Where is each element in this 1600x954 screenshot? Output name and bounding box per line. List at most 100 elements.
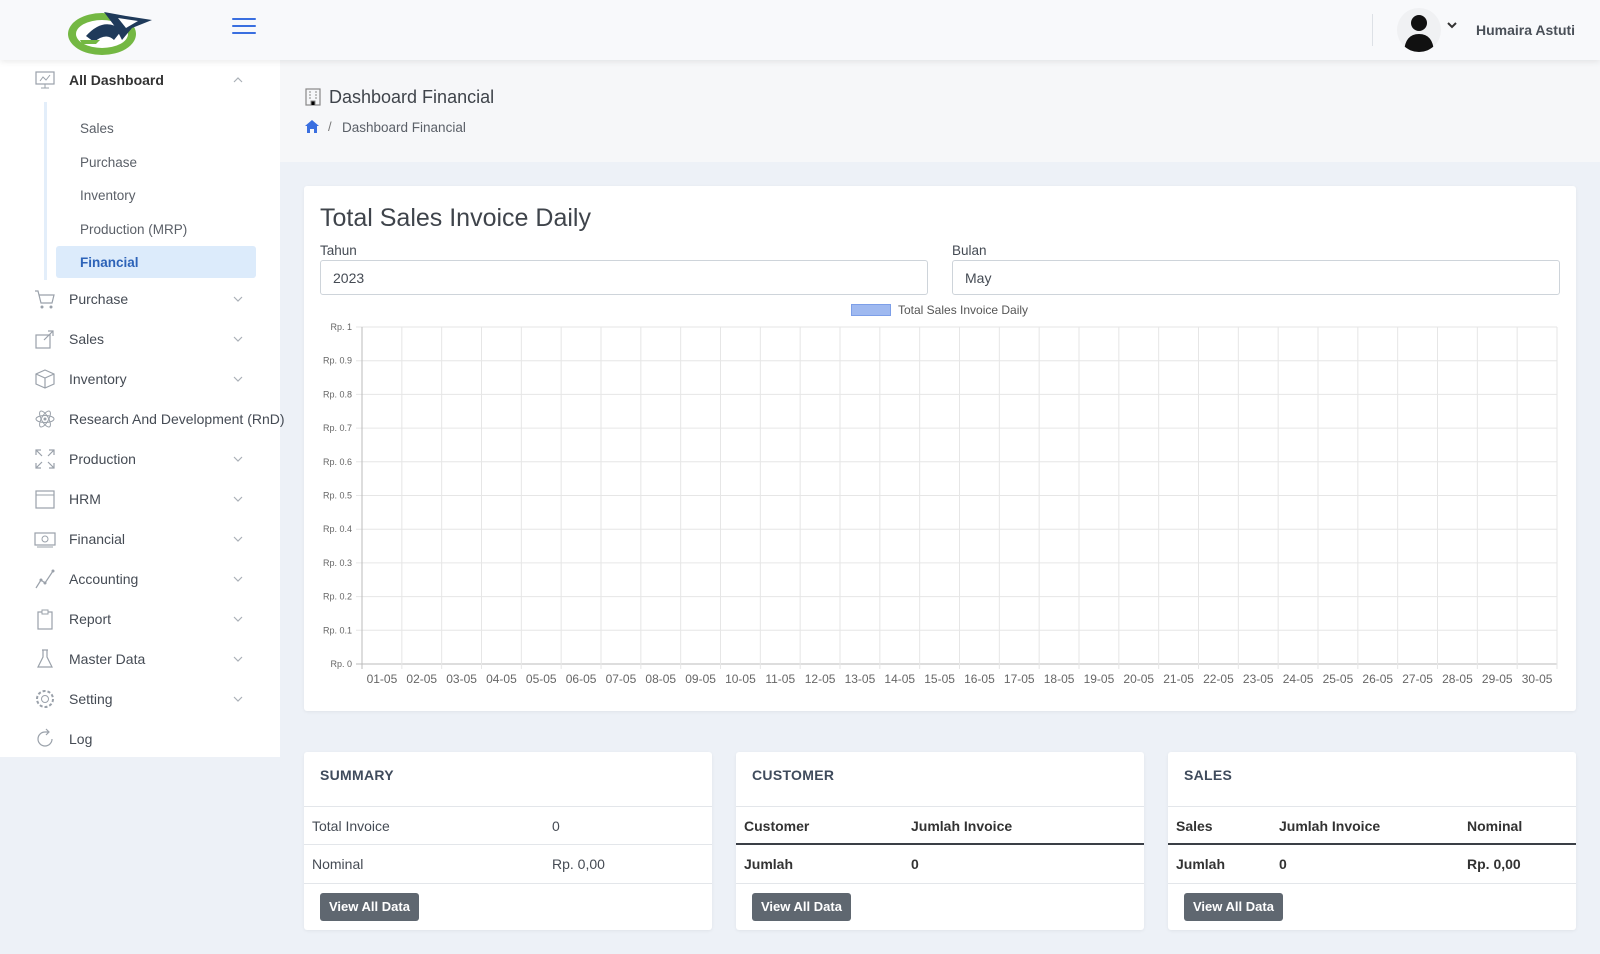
x-tick-label: 06-05 — [566, 672, 597, 686]
x-tick-label: 15-05 — [924, 672, 955, 686]
header-divider — [1168, 843, 1576, 845]
table-header: Jumlah Invoice — [911, 818, 1013, 834]
company-logo[interactable] — [66, 6, 154, 56]
chevron-down-icon — [233, 296, 243, 302]
x-tick-label: 10-05 — [725, 672, 756, 686]
x-tick-label: 24-05 — [1283, 672, 1314, 686]
calendar-icon — [35, 490, 55, 509]
sidebar-label: Setting — [69, 691, 113, 707]
sidebar-label: Financial — [69, 531, 126, 547]
x-tick-label: 25-05 — [1323, 672, 1354, 686]
user-menu-chevron-icon[interactable] — [1447, 20, 1457, 32]
x-tick-label: 08-05 — [645, 672, 676, 686]
sidebar-subitem-production-mrp[interactable]: Production (MRP) — [56, 213, 256, 245]
y-tick-label: Rp. 0.8 — [323, 389, 352, 399]
table-cell: Rp. 0,00 — [1467, 856, 1521, 872]
x-tick-label: 12-05 — [805, 672, 836, 686]
divider — [304, 883, 712, 884]
clipboard-icon — [37, 609, 53, 630]
x-tick-label: 30-05 — [1522, 672, 1553, 686]
x-tick-label: 04-05 — [486, 672, 517, 686]
table-header: Sales — [1176, 818, 1213, 834]
sidebar-subitem-sales[interactable]: Sales — [56, 112, 256, 144]
chart-card: Total Sales Invoice Daily Tahun Bulan To… — [304, 186, 1576, 711]
y-tick-label: Rp. 0.2 — [323, 592, 352, 602]
sidebar-item-all-dashboard[interactable]: All Dashboard — [0, 62, 280, 98]
y-tick-label: Rp. 0.9 — [323, 356, 352, 366]
page-title: Dashboard Financial — [329, 87, 495, 107]
x-tick-label: 20-05 — [1123, 672, 1154, 686]
y-tick-label: Rp. 0 — [330, 659, 352, 669]
sidebar-subitem-financial[interactable]: Financial — [56, 246, 256, 278]
table-header: Nominal — [1467, 818, 1523, 834]
sales-title: SALES — [1184, 767, 1233, 783]
sidebar-item-log[interactable]: Log — [0, 721, 280, 757]
chevron-down-icon — [233, 656, 243, 662]
x-tick-label: 14-05 — [884, 672, 915, 686]
divider — [304, 806, 712, 807]
x-tick-label: 19-05 — [1084, 672, 1115, 686]
presentation-icon — [35, 71, 55, 89]
chevron-down-icon — [233, 456, 243, 462]
summary-label: Nominal — [312, 856, 364, 872]
topbar-divider — [1372, 14, 1373, 46]
sidebar-label: Sales — [69, 331, 105, 347]
x-tick-label: 17-05 — [1004, 672, 1035, 686]
chevron-up-icon — [233, 77, 243, 83]
sidebar-label: Inventory — [69, 371, 127, 387]
sidebar-label: All Dashboard — [69, 72, 164, 88]
sidebar-subitem-purchase[interactable]: Purchase — [56, 146, 256, 178]
sidebar-subitem-inventory[interactable]: Inventory — [56, 179, 256, 211]
table-header: Jumlah Invoice — [1279, 818, 1381, 834]
chevron-down-icon — [233, 336, 243, 342]
summary-card: SUMMARY Total Invoice 0 Nominal Rp. 0,00… — [304, 752, 712, 930]
sidebar-label: Log — [69, 731, 93, 747]
table-cell: Jumlah — [744, 856, 794, 872]
divider — [1168, 806, 1576, 807]
user-avatar[interactable] — [1397, 8, 1441, 52]
sidebar-item-financial[interactable]: Financial — [0, 521, 280, 557]
summary-view-all-button[interactable]: View All Data — [320, 893, 419, 921]
sidebar-item-purchase[interactable]: Purchase — [0, 281, 280, 317]
customer-title: CUSTOMER — [752, 767, 835, 783]
user-name[interactable]: Humaira Astuti — [1476, 22, 1575, 38]
refresh-icon — [37, 728, 53, 747]
customer-view-all-button[interactable]: View All Data — [752, 893, 851, 921]
sales-view-all-button[interactable]: View All Data — [1184, 893, 1283, 921]
sidebar-subitem-label: Purchase — [80, 154, 138, 170]
summary-title: SUMMARY — [320, 767, 394, 783]
sidebar-item-hrm[interactable]: HRM — [0, 481, 280, 517]
divider — [736, 806, 1144, 807]
sidebar-item-accounting[interactable]: Accounting — [0, 561, 280, 597]
sidebar-item-inventory[interactable]: Inventory — [0, 361, 280, 397]
y-tick-label: Rp. 0.7 — [323, 423, 352, 433]
sidebar-item-sales[interactable]: Sales — [0, 321, 280, 357]
x-tick-label: 16-05 — [964, 672, 995, 686]
cart-icon — [35, 290, 55, 309]
x-tick-label: 21-05 — [1163, 672, 1194, 686]
x-tick-label: 27-05 — [1402, 672, 1433, 686]
customer-card: CUSTOMER Customer Jumlah Invoice Jumlah … — [736, 752, 1144, 930]
x-tick-label: 13-05 — [845, 672, 876, 686]
sidebar-item-production[interactable]: Production — [0, 441, 280, 477]
sidebar-item-report[interactable]: Report — [0, 601, 280, 637]
sidebar-item-master-data[interactable]: Master Data — [0, 641, 280, 677]
sidebar-item-rnd[interactable]: Research And Development (RnD) — [0, 401, 285, 437]
sidebar: All Dashboard Sales Purchase Inventory P… — [0, 60, 285, 757]
sidebar-item-setting[interactable]: Setting — [0, 681, 280, 717]
sidebar-label: Master Data — [69, 651, 146, 667]
sidebar-toggle-button[interactable] — [232, 18, 256, 38]
x-tick-label: 09-05 — [685, 672, 716, 686]
sidebar-label: Purchase — [69, 291, 129, 307]
divider — [1168, 883, 1576, 884]
summary-label: Total Invoice — [312, 818, 390, 834]
sidebar-label: Research And Development (RnD) — [69, 411, 285, 427]
x-tick-label: 03-05 — [446, 672, 477, 686]
x-tick-label: 26-05 — [1362, 672, 1393, 686]
y-tick-label: Rp. 0.4 — [323, 524, 352, 534]
x-tick-label: 28-05 — [1442, 672, 1473, 686]
home-icon[interactable] — [304, 119, 320, 134]
breadcrumb-current: Dashboard Financial — [342, 120, 466, 135]
table-header: Customer — [744, 818, 810, 834]
x-tick-label: 11-05 — [765, 672, 795, 686]
